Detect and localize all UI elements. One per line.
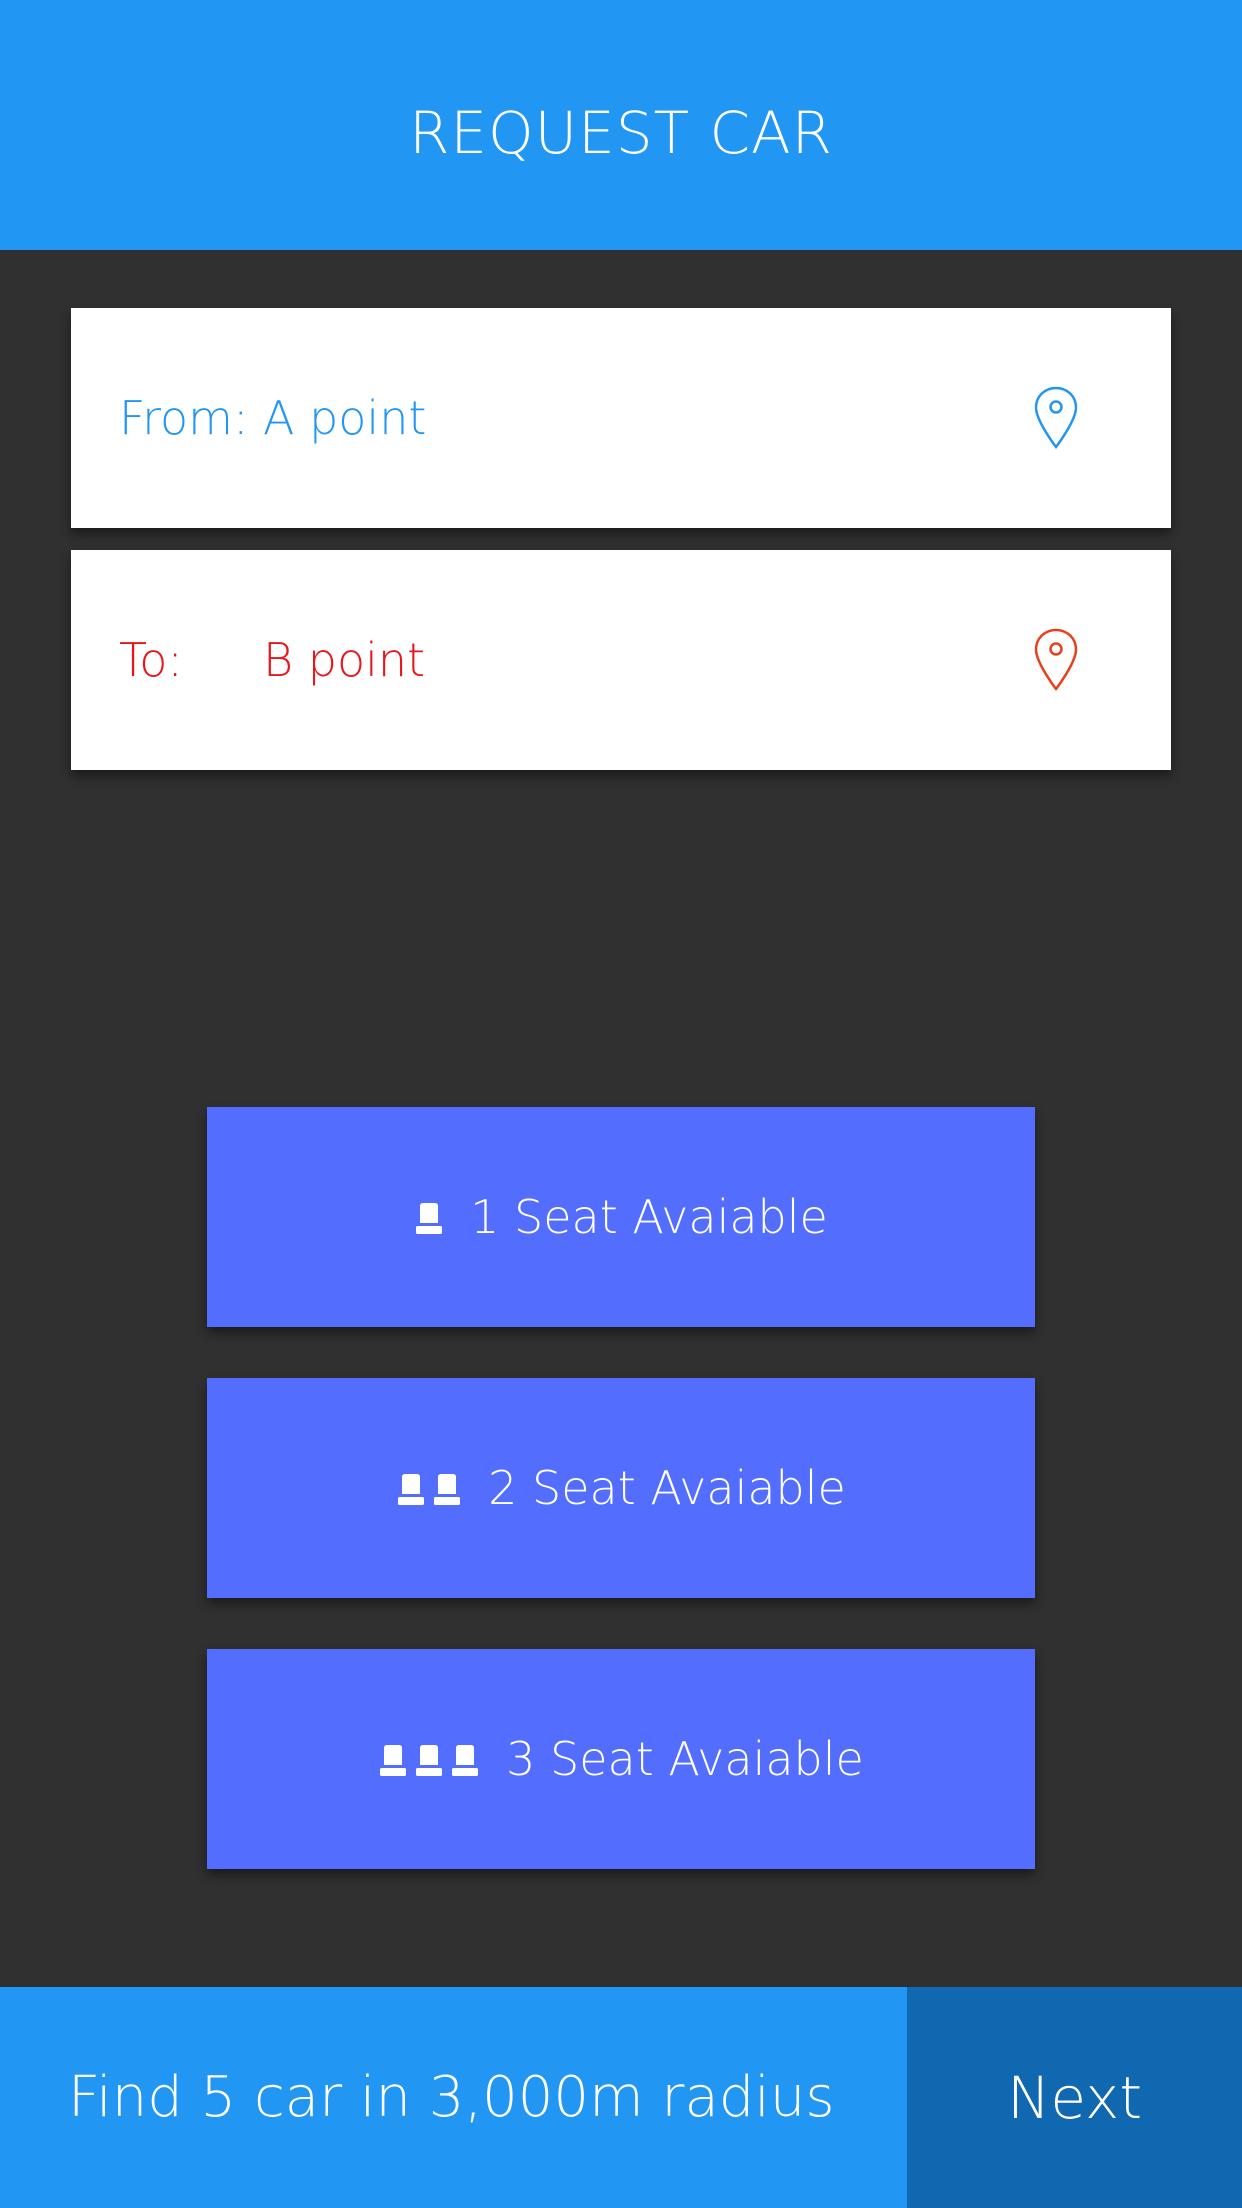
seat-option-label: 2 Seat Avaiable	[488, 1461, 846, 1515]
search-summary-text: Find 5 car in 3,000m radius	[68, 2065, 835, 2130]
three-seat-button[interactable]: 3 Seat Avaiable	[207, 1649, 1035, 1869]
request-car-screen: REQUEST CAR From: A point To: B point 1 …	[0, 0, 1242, 2208]
car-seat-icon	[434, 1474, 461, 1505]
car-seat-icon	[398, 1474, 425, 1505]
next-button-label: Next	[1006, 2063, 1143, 2132]
two-seat-button[interactable]: 2 Seat Avaiable	[207, 1378, 1035, 1598]
seat-option-label: 3 Seat Avaiable	[506, 1732, 864, 1786]
to-location-field[interactable]: To: B point	[71, 550, 1171, 770]
footer-bar: Find 5 car in 3,000m radius Next	[0, 1987, 1242, 2208]
app-header: REQUEST CAR	[0, 0, 1242, 250]
page-title: REQUEST CAR	[409, 99, 833, 167]
car-seat-icon	[380, 1745, 407, 1776]
next-button[interactable]: Next	[907, 1987, 1242, 2208]
to-value[interactable]: B point	[263, 633, 425, 687]
seat-icons	[378, 1744, 480, 1778]
car-seat-icon	[416, 1203, 443, 1234]
one-seat-button[interactable]: 1 Seat Avaiable	[207, 1107, 1035, 1327]
seat-icons	[396, 1473, 462, 1507]
seat-icons	[414, 1202, 444, 1236]
search-summary: Find 5 car in 3,000m radius	[0, 1987, 907, 2208]
from-location-field[interactable]: From: A point	[71, 308, 1171, 528]
to-label: To:	[119, 633, 183, 687]
from-label: From:	[119, 391, 249, 445]
map-pin-icon[interactable]	[1033, 386, 1079, 450]
seat-option-label: 1 Seat Avaiable	[470, 1190, 828, 1244]
car-seat-icon	[416, 1745, 443, 1776]
from-value[interactable]: A point	[263, 391, 426, 445]
map-pin-icon[interactable]	[1033, 628, 1079, 692]
car-seat-icon	[452, 1745, 479, 1776]
